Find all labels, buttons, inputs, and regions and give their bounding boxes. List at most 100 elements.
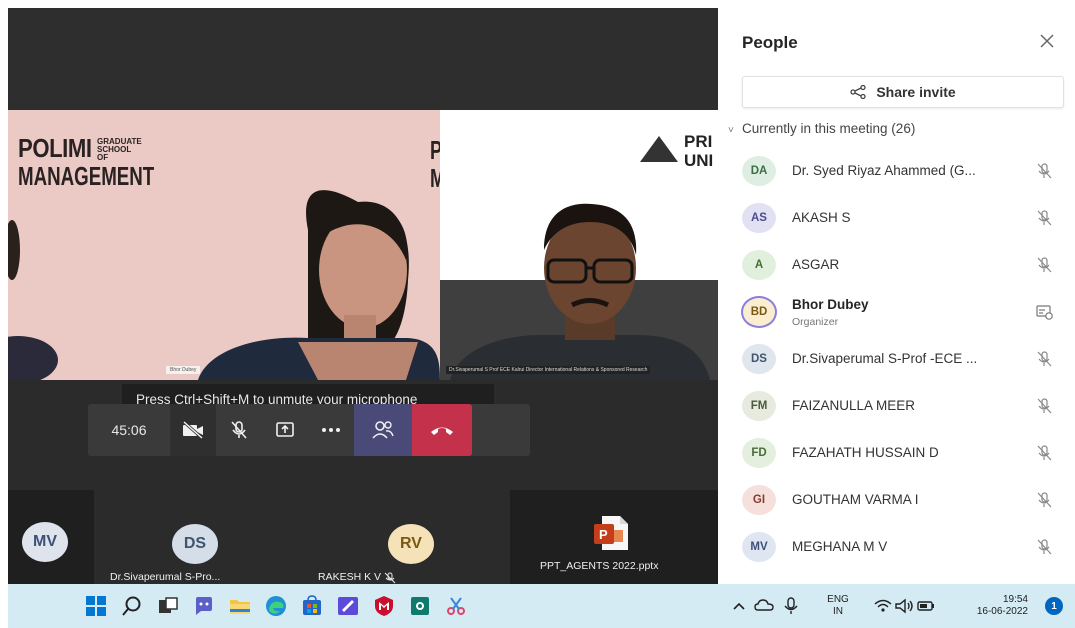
microphone-tray-icon[interactable] bbox=[782, 594, 800, 618]
input-language-indicator[interactable]: ENG IN bbox=[824, 594, 852, 618]
avatar: RV bbox=[388, 524, 434, 564]
participant-video-woman bbox=[8, 190, 440, 380]
file-explorer-icon[interactable] bbox=[228, 594, 252, 618]
share-tray-icon bbox=[276, 422, 294, 437]
show-participants-button[interactable] bbox=[354, 404, 412, 456]
app-icon-teal[interactable] bbox=[408, 594, 432, 618]
participant-name: MEGHANA M V bbox=[792, 539, 888, 554]
windows-start-icon[interactable] bbox=[84, 594, 108, 618]
search-icon[interactable] bbox=[120, 594, 144, 618]
avatar: AS bbox=[742, 203, 776, 233]
screen-share-icon bbox=[1036, 305, 1053, 320]
camera-toggle-button[interactable] bbox=[170, 404, 216, 456]
mic-off-icon bbox=[231, 421, 247, 439]
avatar: MV bbox=[22, 522, 68, 562]
microphone-toggle-button[interactable] bbox=[216, 404, 262, 456]
mic-off-icon bbox=[1037, 492, 1052, 508]
microsoft-store-icon[interactable] bbox=[300, 594, 324, 618]
participant-row[interactable]: AS AKASH S bbox=[718, 195, 1075, 242]
tile-name-label: RAKESH K V bbox=[318, 571, 382, 583]
people-icon bbox=[372, 421, 394, 439]
mic-off-icon bbox=[1037, 163, 1052, 179]
video-tile-sivaperumal[interactable]: PRI UNI Dr.Sivaperumal S Prof ECE Kalrui… bbox=[440, 110, 718, 380]
task-view-icon[interactable] bbox=[156, 594, 180, 618]
clock-time: 19:54 bbox=[1002, 594, 1028, 605]
powerpoint-file-icon: P bbox=[594, 516, 628, 550]
participant-name: ASGAR bbox=[792, 257, 840, 272]
volume-icon[interactable] bbox=[894, 594, 914, 618]
video-tile-bhor-dubey[interactable]: POLIMI GRADUATE SCHOOL OF MANAGEMENT P M… bbox=[8, 110, 440, 380]
meeting-control-bar: 45:06 bbox=[88, 404, 530, 456]
participant-row[interactable]: MV MEGHANA M V bbox=[718, 524, 1075, 571]
avatar: DS bbox=[172, 524, 218, 564]
onedrive-cloud-icon[interactable] bbox=[754, 594, 774, 618]
participant-caption: Dr.Sivaperumal S Prof ECE Kalrui Directo… bbox=[446, 366, 651, 374]
avatar: GI bbox=[742, 485, 776, 515]
tile-shared-file[interactable]: P PPT_AGENTS 2022.pptx bbox=[510, 490, 718, 584]
share-icon bbox=[850, 85, 866, 99]
share-invite-label: Share invite bbox=[876, 84, 956, 100]
mic-off-icon bbox=[384, 572, 396, 584]
meeting-count-label: Currently in this meeting (26) bbox=[742, 121, 916, 136]
clock[interactable]: 19:54 16-06-2022 bbox=[952, 594, 1028, 618]
participant-row-organizer[interactable]: BD Bhor Dubey Organizer bbox=[718, 289, 1075, 336]
meeting-timer: 45:06 bbox=[111, 422, 147, 438]
close-icon bbox=[1040, 34, 1054, 48]
more-dots-icon bbox=[322, 428, 340, 432]
participant-row[interactable]: GI GOUTHAM VARMA I bbox=[718, 477, 1075, 524]
share-invite-button[interactable]: Share invite bbox=[742, 76, 1064, 108]
participant-role: Organizer bbox=[792, 316, 839, 328]
avatar: A bbox=[742, 250, 776, 280]
windows-taskbar: ENG IN 19:54 16-06-2022 1 bbox=[8, 584, 1075, 628]
region-code: IN bbox=[833, 606, 843, 617]
notification-badge[interactable]: 1 bbox=[1045, 597, 1063, 615]
tile-ds[interactable]: DS Dr.Sivaperumal S-Pro... bbox=[94, 490, 278, 584]
participant-video-man bbox=[450, 203, 710, 380]
meeting-section-header[interactable]: ˅ Currently in this meeting (26) bbox=[728, 121, 915, 136]
participant-name: Dr.Sivaperumal S-Prof -ECE ... bbox=[792, 351, 978, 366]
avatar: FD bbox=[742, 438, 776, 468]
participant-row[interactable]: A ASGAR bbox=[718, 242, 1075, 289]
camera-off-icon bbox=[183, 420, 203, 440]
chat-icon[interactable] bbox=[192, 594, 216, 618]
mic-off-icon bbox=[1037, 210, 1052, 226]
mic-off-icon bbox=[1037, 539, 1052, 555]
battery-icon[interactable] bbox=[916, 594, 936, 618]
participant-name: Dr. Syed Riyaz Ahammed (G... bbox=[792, 163, 976, 178]
whiteboard-icon[interactable] bbox=[336, 594, 360, 618]
wifi-icon[interactable] bbox=[874, 594, 892, 618]
hangup-phone-icon bbox=[431, 427, 453, 435]
mic-off-icon bbox=[1037, 445, 1052, 461]
tile-mv[interactable]: MV bbox=[8, 490, 94, 584]
people-panel: People Share invite ˅ Currently in this m… bbox=[718, 8, 1075, 584]
edge-browser-icon[interactable] bbox=[264, 594, 288, 618]
share-screen-button[interactable] bbox=[262, 404, 308, 456]
participant-row[interactable]: FD FAZAHATH HUSSAIN D bbox=[718, 430, 1075, 477]
chevron-up-icon[interactable] bbox=[732, 594, 746, 618]
participant-list: DA Dr. Syed Riyaz Ahammed (G... AS AKASH… bbox=[718, 148, 1075, 571]
participant-name-tag: Bhor Dubey bbox=[166, 366, 201, 374]
mic-off-icon bbox=[1037, 398, 1052, 414]
video-area-top bbox=[8, 8, 718, 110]
participant-row[interactable]: DA Dr. Syed Riyaz Ahammed (G... bbox=[718, 148, 1075, 195]
avatar: DS bbox=[742, 344, 776, 374]
leave-call-button[interactable] bbox=[412, 404, 472, 456]
tile-rv[interactable]: RV RAKESH K V bbox=[266, 490, 510, 584]
mic-off-icon bbox=[1037, 351, 1052, 367]
avatar: BD bbox=[741, 296, 777, 328]
screen: POLIMI GRADUATE SCHOOL OF MANAGEMENT P M… bbox=[0, 0, 1075, 628]
participant-row[interactable]: DS Dr.Sivaperumal S-Prof -ECE ... bbox=[718, 336, 1075, 383]
avatar: MV bbox=[742, 532, 776, 562]
mcafee-shield-icon[interactable] bbox=[372, 594, 396, 618]
mic-off-icon bbox=[1037, 257, 1052, 273]
shared-file-name: PPT_AGENTS 2022.pptx bbox=[540, 560, 659, 572]
chevron-down-icon: ˅ bbox=[728, 125, 734, 136]
close-panel-button[interactable] bbox=[1036, 30, 1058, 52]
participant-row[interactable]: FM FAIZANULLA MEER bbox=[718, 383, 1075, 430]
avatar: DA bbox=[742, 156, 776, 186]
participant-name: FAZAHATH HUSSAIN D bbox=[792, 445, 939, 460]
snipping-tool-icon[interactable] bbox=[444, 594, 468, 618]
svg-text:P: P bbox=[599, 527, 608, 542]
more-actions-button[interactable] bbox=[308, 404, 354, 456]
participant-name: Bhor Dubey bbox=[792, 297, 869, 312]
